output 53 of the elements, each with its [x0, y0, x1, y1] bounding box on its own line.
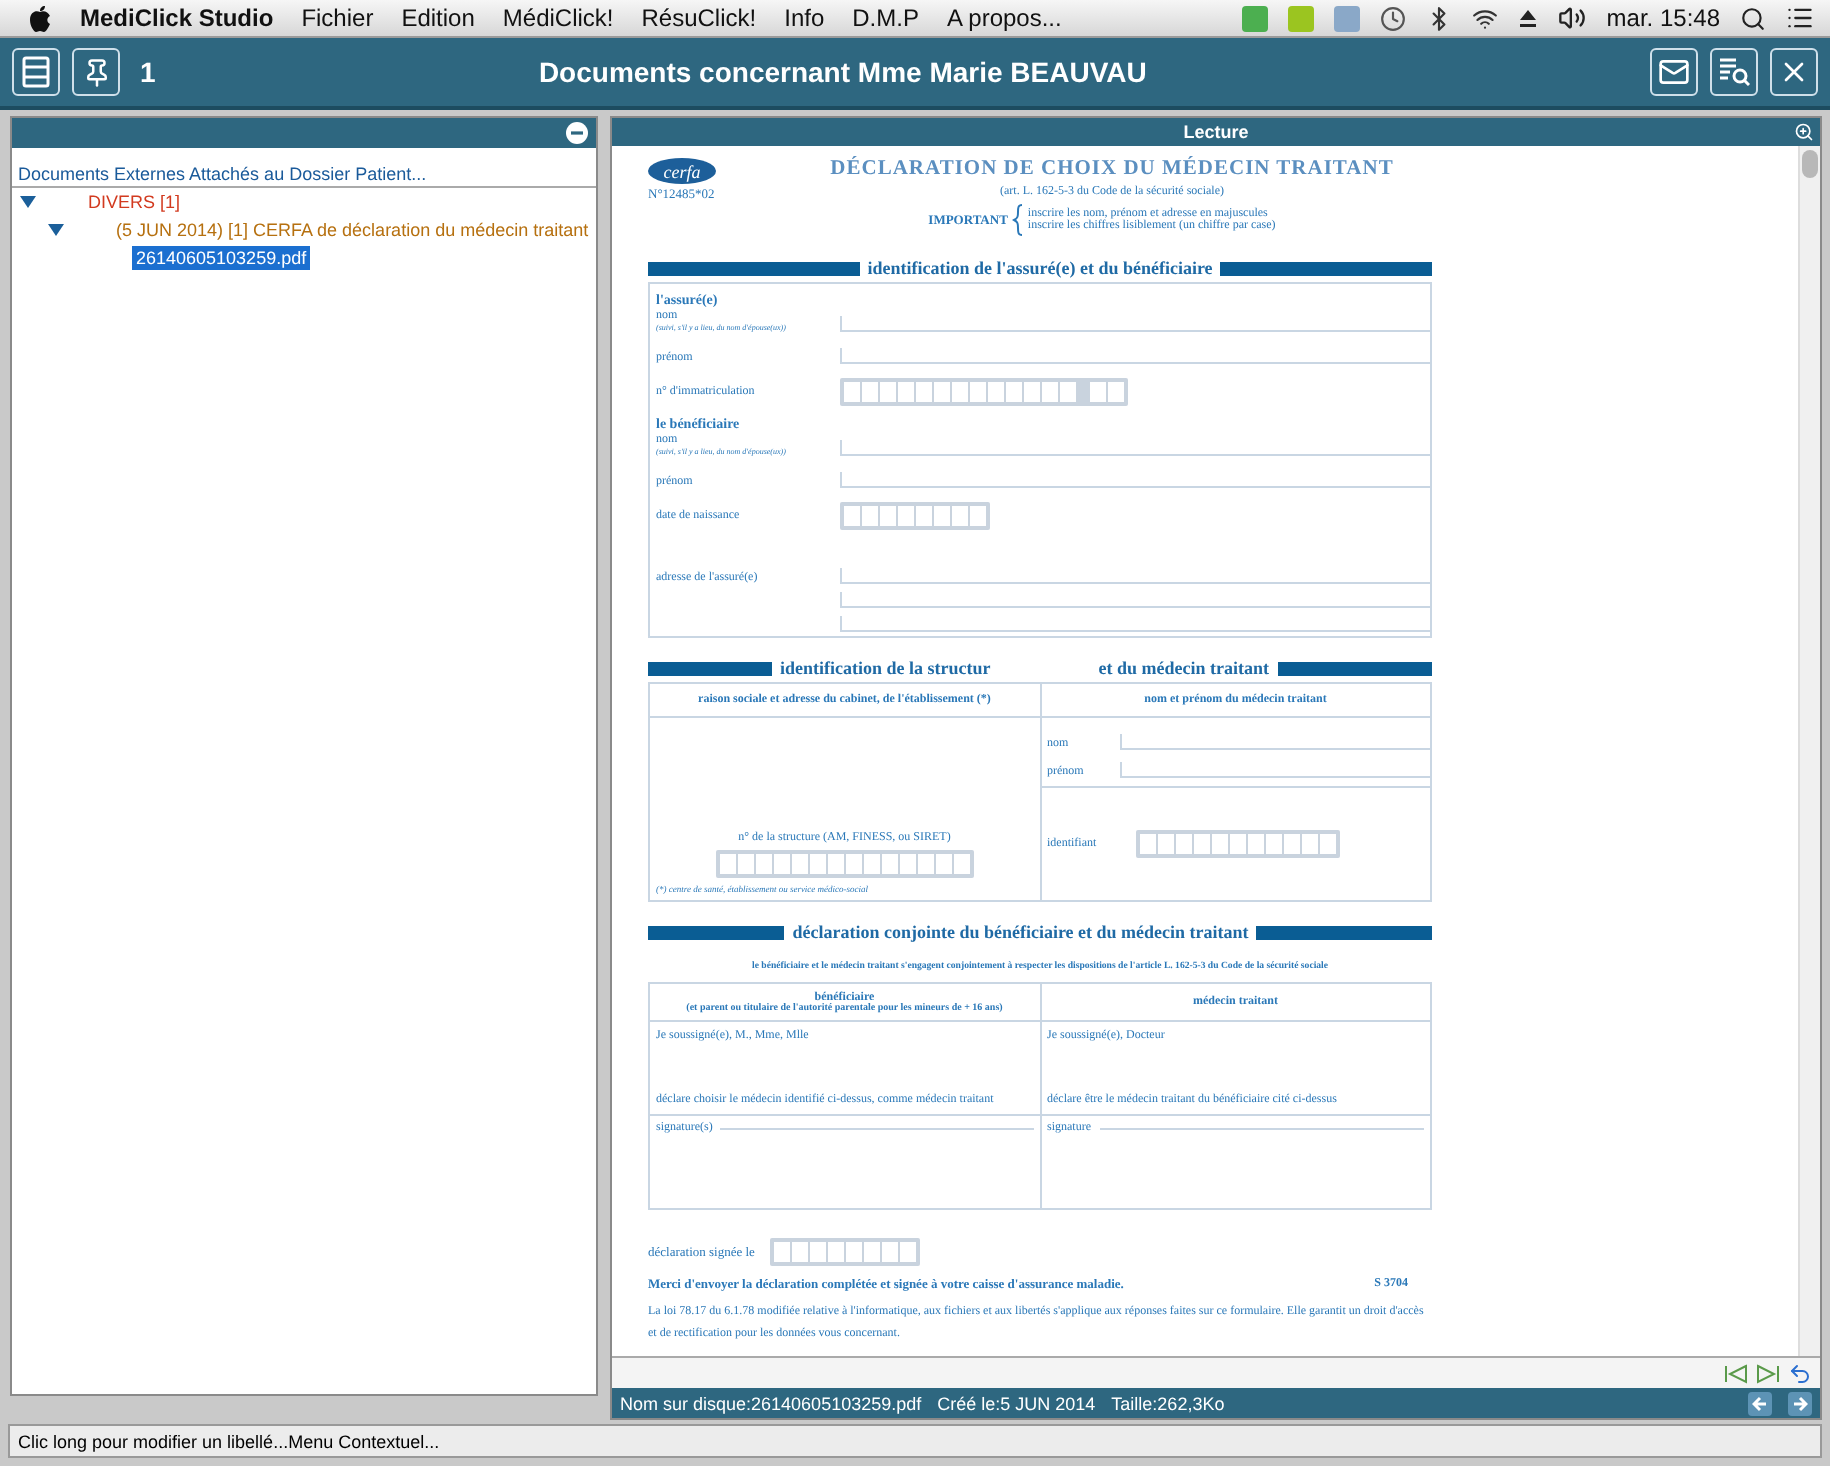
file-item[interactable]: 26140605103259.pdf [132, 246, 311, 270]
brace-icon [1011, 204, 1024, 236]
form-title: DÉCLARATION DE CHOIX DU MÉDECIN TRAITANT [830, 158, 1394, 180]
previous-page-icon[interactable] [1724, 1363, 1748, 1383]
menu-clock[interactable]: mar. 15:48 [1606, 4, 1720, 32]
disclosure-triangle-icon[interactable] [48, 224, 64, 236]
menu-item[interactable]: D.M.P [852, 4, 919, 32]
disclosure-triangle-icon[interactable] [20, 196, 36, 208]
grid-search-button[interactable] [1710, 48, 1758, 96]
app-menu[interactable]: MediClick Studio [80, 4, 274, 32]
collapse-icon[interactable] [566, 122, 588, 144]
zoom-icon[interactable] [1794, 122, 1814, 142]
pin-icon [81, 57, 111, 87]
file-size: Taille:262,3Ko [1111, 1393, 1225, 1413]
document-count: 1 [140, 56, 156, 88]
forward-button[interactable] [1788, 1391, 1812, 1415]
section-heading: déclaration conjointe du bénéficiaire et du médecin traitant [792, 922, 1249, 942]
tree-item[interactable]: DIVERS [1] [88, 192, 181, 212]
tree-item[interactable]: (5 JUN 2014) [1] CERFA de déclaration du médecin traitant [116, 220, 589, 240]
pin-button[interactable] [72, 48, 120, 96]
viewer-header: Lecture [612, 118, 1820, 146]
undo-icon[interactable] [1788, 1361, 1812, 1385]
scroll-thumb[interactable] [1802, 150, 1818, 178]
stack-button[interactable] [12, 48, 60, 96]
volume-icon[interactable] [1558, 4, 1587, 32]
list-icon[interactable] [1786, 4, 1814, 32]
wifi-icon[interactable] [1472, 5, 1499, 31]
menu-item[interactable]: MédiClick! [502, 4, 614, 32]
mail-button[interactable] [1650, 48, 1698, 96]
clock-icon[interactable] [1380, 5, 1407, 31]
file-date: Créé le:5 JUN 2014 [937, 1393, 1096, 1413]
back-button[interactable] [1748, 1391, 1772, 1415]
logo: cerfa [648, 158, 716, 184]
next-page-icon[interactable] [1756, 1363, 1780, 1383]
mail-icon [1658, 56, 1690, 88]
section-heading: identification de l'assuré(e) et du bénéficiaire [867, 258, 1213, 278]
list-search-icon [1718, 56, 1750, 88]
section-heading: et du médecin traitant [1098, 658, 1269, 678]
menu-item[interactable]: Info [784, 4, 825, 32]
file-name: Nom sur disque:26140605103259.pdf [620, 1393, 922, 1413]
eject-icon[interactable] [1518, 8, 1539, 28]
menu-item[interactable]: A propos... [946, 4, 1062, 32]
window-title: Documents concernant Mme Marie BEAUVAU [536, 56, 1149, 88]
menu-item[interactable]: Fichier [301, 4, 374, 32]
menu-item[interactable]: Edition [401, 4, 475, 32]
status-bar: Clic long pour modifier un libellé...Menu Contextuel... [8, 1424, 1822, 1458]
stack-icon [22, 56, 50, 88]
close-button[interactable] [1770, 48, 1818, 96]
menu-item[interactable]: RésuClick! [641, 4, 757, 32]
panel-label: Documents Externes Attachés au Dossier Patient... [12, 148, 596, 188]
section-heading: identification de la structur [780, 658, 991, 678]
apple-icon[interactable] [28, 5, 52, 31]
search-icon[interactable] [1740, 5, 1766, 31]
